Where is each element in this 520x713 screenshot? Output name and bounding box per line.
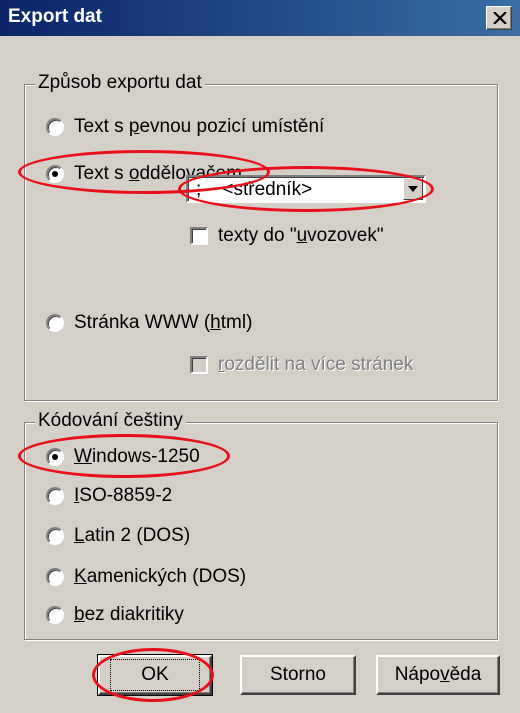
encoding-option-label: ISO-8859-2 (74, 485, 173, 506)
close-icon (493, 12, 507, 24)
export-method-title: Způsob exportu dat (35, 72, 205, 94)
radio-button[interactable] (46, 118, 64, 136)
encoding-title: Kódování češtiny (35, 410, 186, 432)
cancel-button-label: Storno (270, 664, 326, 685)
radio-www-page[interactable]: Stránka WWW (html) (46, 312, 252, 334)
help-button[interactable]: Nápověda (376, 655, 500, 695)
dropdown-button[interactable] (403, 178, 423, 200)
radio-kamenickych-dos[interactable]: Kamenických (DOS) (46, 566, 246, 588)
radio-button[interactable] (46, 527, 64, 545)
close-button[interactable] (486, 6, 512, 30)
checkbox-disabled[interactable] (190, 356, 208, 374)
radio-latin2-dos[interactable]: Latin 2 (DOS) (46, 525, 190, 547)
radio-button-selected[interactable] (46, 448, 64, 466)
window-title: Export dat (8, 6, 102, 27)
radio-button[interactable] (46, 487, 64, 505)
quote-texts-label: texty do "uvozovek" (218, 225, 384, 246)
radio-www-label: Stránka WWW (html) (74, 312, 253, 333)
radio-no-diacritics[interactable]: bez diakritiky (46, 604, 184, 626)
encoding-option-label: Kamenických (DOS) (74, 566, 247, 587)
title-bar: Export dat (0, 0, 520, 36)
radio-button-selected[interactable] (46, 165, 64, 183)
checkbox[interactable] (190, 227, 208, 245)
radio-button[interactable] (46, 568, 64, 586)
chevron-down-icon (408, 186, 418, 192)
ok-button[interactable]: OK (97, 654, 213, 696)
radio-windows-1250[interactable]: Windows-1250 (46, 446, 200, 468)
encoding-option-label: bez diakritiky (74, 604, 184, 625)
split-pages-label: rozdělit na více stránek (218, 354, 414, 375)
separator-value: ; <středník> (196, 179, 313, 200)
separator-select[interactable]: ; <středník> (186, 175, 426, 203)
radio-fixed-label: Text s pevnou pozicí umístění (74, 116, 325, 137)
encoding-option-label: Latin 2 (DOS) (74, 525, 191, 546)
help-button-label: Nápověda (394, 664, 482, 685)
ok-button-label: OK (110, 659, 200, 691)
checkbox-split-pages[interactable]: rozdělit na více stránek (190, 354, 413, 376)
checkbox-quote-texts[interactable]: texty do "uvozovek" (190, 225, 384, 247)
radio-iso-8859-2[interactable]: ISO-8859-2 (46, 485, 172, 507)
encoding-option-label: Windows-1250 (74, 446, 200, 467)
cancel-button[interactable]: Storno (240, 655, 356, 695)
radio-fixed-position[interactable]: Text s pevnou pozicí umístění (46, 116, 324, 138)
radio-button[interactable] (46, 314, 64, 332)
radio-button[interactable] (46, 606, 64, 624)
